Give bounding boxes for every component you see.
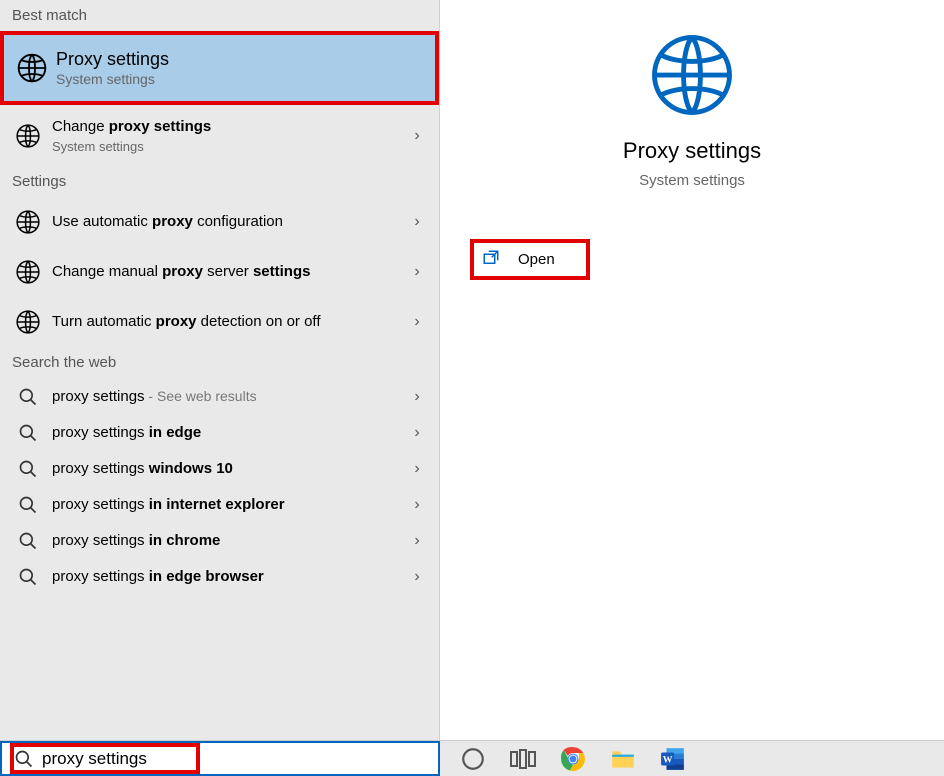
cortana-icon[interactable] [460, 746, 486, 772]
search-icon [12, 567, 44, 587]
detail-title: Proxy settings [440, 138, 944, 164]
taskbar: W [0, 740, 944, 776]
globe-icon [12, 209, 44, 235]
chevron-right-icon: › [405, 496, 429, 514]
result-title: Change proxy settings [52, 117, 397, 137]
result-title: proxy settings windows 10 [52, 459, 397, 479]
word-icon[interactable]: W [660, 746, 686, 772]
result-title: proxy settings - See web results [52, 386, 397, 407]
task-view-icon[interactable] [510, 746, 536, 772]
detail-panel: Proxy settings System settings Open [440, 0, 944, 740]
globe-icon [12, 309, 44, 335]
result-use-automatic-proxy[interactable]: Use automatic proxy configuration › [0, 197, 439, 247]
file-explorer-icon[interactable] [610, 746, 636, 772]
chevron-right-icon: › [405, 568, 429, 586]
search-icon [12, 495, 44, 515]
search-icon [12, 387, 44, 407]
search-box[interactable] [0, 741, 440, 776]
chevron-right-icon: › [405, 460, 429, 478]
search-icon [12, 531, 44, 551]
result-subtitle: System settings [56, 71, 417, 87]
globe-icon [12, 123, 44, 149]
chevron-right-icon: › [405, 388, 429, 406]
web-result-5[interactable]: proxy settings in edge browser › [0, 559, 439, 595]
globe-icon [12, 259, 44, 285]
section-settings: Settings [0, 166, 439, 197]
web-result-1[interactable]: proxy settings in edge › [0, 415, 439, 451]
result-title: Proxy settings [56, 49, 417, 69]
result-best-proxy-settings[interactable]: Proxy settings System settings [0, 31, 439, 105]
open-icon [482, 249, 506, 270]
web-result-2[interactable]: proxy settings windows 10 › [0, 451, 439, 487]
result-change-proxy-settings[interactable]: Change proxy settings System settings › [0, 105, 439, 166]
web-result-3[interactable]: proxy settings in internet explorer › [0, 487, 439, 523]
section-search-web: Search the web [0, 347, 439, 378]
result-title: Use automatic proxy configuration [52, 212, 397, 232]
results-panel: Best match Proxy settings System setting… [0, 0, 440, 740]
detail-subtitle: System settings [440, 172, 944, 189]
chevron-right-icon: › [405, 313, 429, 331]
chevron-right-icon: › [405, 127, 429, 145]
web-result-4[interactable]: proxy settings in chrome › [0, 523, 439, 559]
search-input[interactable] [36, 749, 263, 769]
svg-text:W: W [663, 754, 673, 765]
result-turn-automatic-proxy[interactable]: Turn automatic proxy detection on or off… [0, 297, 439, 347]
result-subtitle: System settings [52, 139, 397, 154]
search-icon [12, 459, 44, 479]
globe-icon [440, 30, 944, 120]
result-title: proxy settings in internet explorer [52, 495, 397, 515]
open-label: Open [506, 251, 555, 268]
chrome-icon[interactable] [560, 746, 586, 772]
globe-icon [16, 50, 48, 86]
web-result-0[interactable]: proxy settings - See web results › [0, 378, 439, 415]
search-icon [14, 749, 36, 769]
result-title: Turn automatic proxy detection on or off [52, 312, 397, 332]
result-title: proxy settings in edge browser [52, 567, 397, 587]
result-title: proxy settings in chrome [52, 531, 397, 551]
chevron-right-icon: › [405, 532, 429, 550]
result-change-manual-proxy[interactable]: Change manual proxy server settings › [0, 247, 439, 297]
result-title: Change manual proxy server settings [52, 262, 397, 282]
chevron-right-icon: › [405, 424, 429, 442]
chevron-right-icon: › [405, 213, 429, 231]
section-best-match: Best match [0, 0, 439, 31]
open-button[interactable]: Open [470, 239, 590, 280]
chevron-right-icon: › [405, 263, 429, 281]
result-title: proxy settings in edge [52, 423, 397, 443]
search-icon [12, 423, 44, 443]
